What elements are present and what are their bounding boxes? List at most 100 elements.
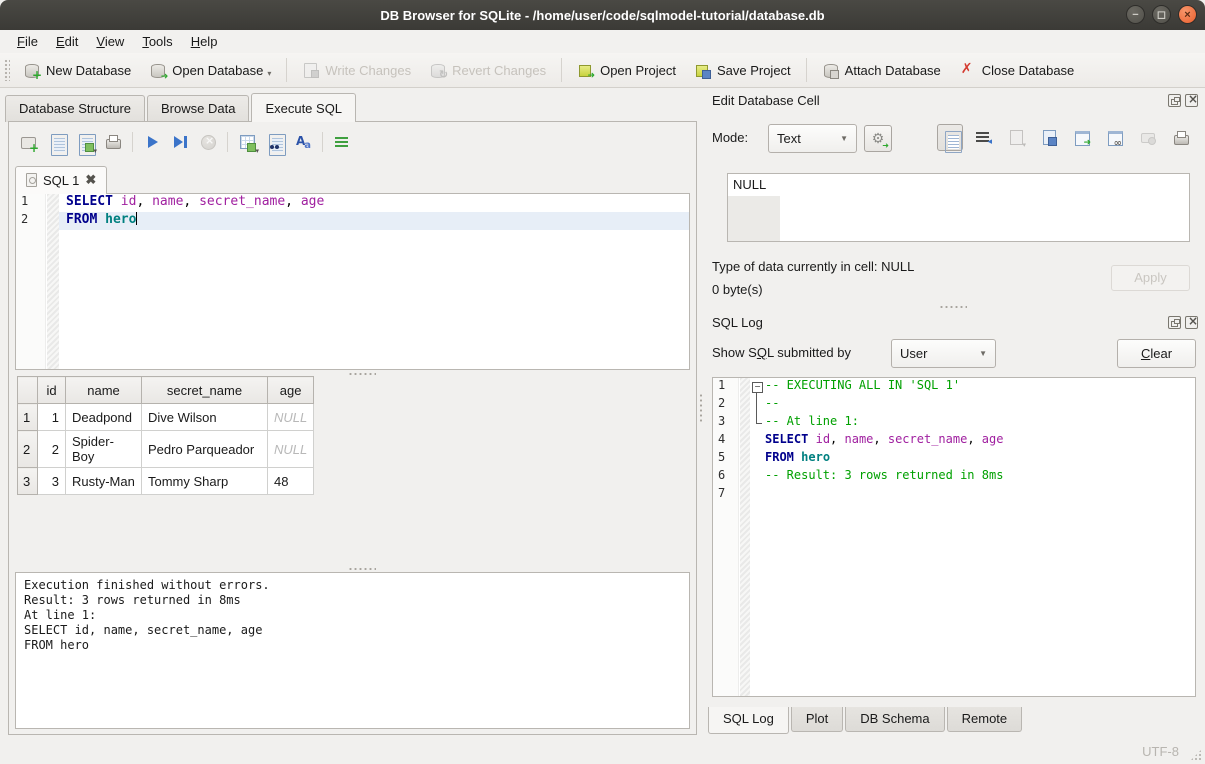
align-icon[interactable] [330, 130, 354, 154]
close-icon[interactable]: × [1178, 5, 1197, 24]
chevron-down-icon[interactable]: ▾ [93, 147, 97, 155]
copy-link-icon[interactable] [1102, 124, 1128, 151]
execute-current-line-icon[interactable] [168, 130, 192, 154]
open-external-icon[interactable] [1069, 124, 1095, 151]
column-header-age[interactable]: age [268, 377, 314, 404]
tab-execute-sql[interactable]: Execute SQL [251, 93, 356, 122]
auto-format-icon[interactable] [291, 130, 315, 154]
print-cell-icon[interactable] [1168, 124, 1194, 151]
resize-grip[interactable] [1190, 749, 1202, 761]
tab-database-structure[interactable]: Database Structure [5, 95, 145, 122]
table-cell[interactable]: NULL [268, 431, 314, 468]
close-panel-icon[interactable] [1185, 94, 1198, 107]
table-cell[interactable]: Pedro Parqueador [142, 431, 268, 468]
row-header[interactable]: 3 [18, 468, 38, 495]
results-messages-splitter[interactable] [348, 566, 376, 571]
save-data-icon[interactable] [1036, 124, 1062, 151]
log-filter-select[interactable]: User ▼ [891, 339, 996, 368]
cell-editor-gutter [728, 196, 780, 241]
table-cell[interactable]: Spider-Boy [66, 431, 142, 468]
float-panel-icon[interactable] [1168, 316, 1181, 329]
apply-settings-button[interactable] [864, 125, 892, 152]
menu-file[interactable]: File [9, 32, 46, 51]
attach-database-button[interactable]: Attach Database [813, 58, 950, 82]
new-database-button[interactable]: New Database [14, 58, 140, 82]
save-sql-file-icon[interactable]: ▾ [73, 130, 97, 154]
toolbar-separator [561, 58, 562, 82]
close-database-button[interactable]: Close Database [950, 58, 1084, 82]
toolbar-separator [286, 58, 287, 82]
menu-help[interactable]: Help [183, 32, 226, 51]
tab-sql-log[interactable]: SQL Log [708, 707, 789, 734]
token: , [830, 432, 844, 446]
menubar: FileEditViewToolsHelp [0, 30, 1205, 53]
new-sql-tab-icon[interactable] [17, 130, 41, 154]
row-header[interactable]: 1 [18, 404, 38, 431]
table-cell[interactable]: NULL [268, 404, 314, 431]
maximize-icon[interactable]: ◻ [1152, 5, 1171, 24]
editor-line[interactable]: 1SELECT id, name, secret_name, age [16, 194, 689, 212]
database-new-icon [23, 62, 40, 78]
mode-select[interactable]: Text ▼ [768, 124, 857, 153]
column-header-secret-name[interactable]: secret_name [142, 377, 268, 404]
log-line: 4SELECT id, name, secret_name, age [713, 432, 1195, 450]
menu-edit[interactable]: Edit [48, 32, 86, 51]
execute-all-icon[interactable] [140, 130, 164, 154]
table-cell[interactable]: Tommy Sharp [142, 468, 268, 495]
revert-changes-button: Revert Changes [420, 58, 555, 82]
open-database-button[interactable]: Open Database▾ [140, 58, 280, 82]
cell-value-editor[interactable]: NULL [727, 173, 1190, 242]
toolbar-label: Attach Database [845, 63, 941, 78]
word-wrap-icon[interactable] [970, 124, 996, 151]
open-sql-file-icon[interactable] [45, 130, 69, 154]
fold-marker-icon[interactable] [750, 378, 765, 396]
statusbar: UTF-8 [0, 740, 1205, 764]
table-cell[interactable]: 1 [38, 404, 66, 431]
tab-db-schema[interactable]: DB Schema [845, 707, 944, 732]
table-row[interactable]: 22Spider-BoyPedro ParqueadorNULL [18, 431, 314, 468]
cell-log-splitter[interactable] [939, 304, 967, 309]
tab-remote[interactable]: Remote [947, 707, 1023, 732]
float-panel-icon[interactable] [1168, 94, 1181, 107]
sql-document-tab[interactable]: SQL 1 ✖ [15, 166, 107, 194]
row-header[interactable]: 2 [18, 431, 38, 468]
bottom-tab-bar: SQL LogPlotDB SchemaRemote [708, 707, 1024, 734]
tab-close-icon[interactable]: ✖ [85, 172, 96, 188]
table-cell[interactable]: Dive Wilson [142, 404, 268, 431]
tab-browse-data[interactable]: Browse Data [147, 95, 249, 122]
menu-view[interactable]: View [88, 32, 132, 51]
sql-log-view[interactable]: 1-- EXECUTING ALL IN 'SQL 1'2--3-- At li… [712, 377, 1196, 697]
column-header-id[interactable]: id [38, 377, 66, 404]
save-project-button[interactable]: Save Project [685, 58, 800, 82]
find-icon[interactable] [263, 130, 287, 154]
editor-line[interactable]: 2FROM hero [16, 212, 689, 230]
text-mode-icon[interactable] [937, 124, 963, 151]
results-table[interactable]: idnamesecret_nameage11DeadpondDive Wilso… [17, 376, 314, 495]
open-project-button[interactable]: Open Project [568, 58, 685, 82]
save-results-icon[interactable]: ▾ [235, 130, 259, 154]
print-icon[interactable] [101, 130, 125, 154]
document-icon [26, 173, 37, 187]
close-panel-icon[interactable] [1185, 316, 1198, 329]
table-row[interactable]: 33Rusty-ManTommy Sharp48 [18, 468, 314, 495]
table-cell[interactable]: 48 [268, 468, 314, 495]
table-row[interactable]: 11DeadpondDive WilsonNULL [18, 404, 314, 431]
table-cell[interactable]: 2 [38, 431, 66, 468]
table-cell[interactable]: 3 [38, 468, 66, 495]
table-cell[interactable]: Rusty-Man [66, 468, 142, 495]
corner-cell[interactable] [18, 377, 38, 404]
chevron-down-icon[interactable]: ▾ [267, 69, 271, 78]
chevron-down-icon[interactable]: ▾ [255, 147, 259, 155]
tab-plot[interactable]: Plot [791, 707, 843, 732]
table-cell[interactable]: Deadpond [66, 404, 142, 431]
code-text: FROM hero [59, 212, 689, 230]
clear-log-button[interactable]: Clear [1117, 339, 1196, 368]
toolbar-handle[interactable] [4, 59, 10, 81]
left-panel: Database StructureBrowse DataExecute SQL… [0, 88, 705, 740]
column-header-name[interactable]: name [66, 377, 142, 404]
sql-editor[interactable]: 1SELECT id, name, secret_name, age2FROM … [15, 193, 690, 370]
menu-tools[interactable]: Tools [134, 32, 180, 51]
database-open-icon [149, 62, 166, 78]
panel-splitter[interactable] [698, 393, 703, 423]
minimize-icon[interactable]: − [1126, 5, 1145, 24]
